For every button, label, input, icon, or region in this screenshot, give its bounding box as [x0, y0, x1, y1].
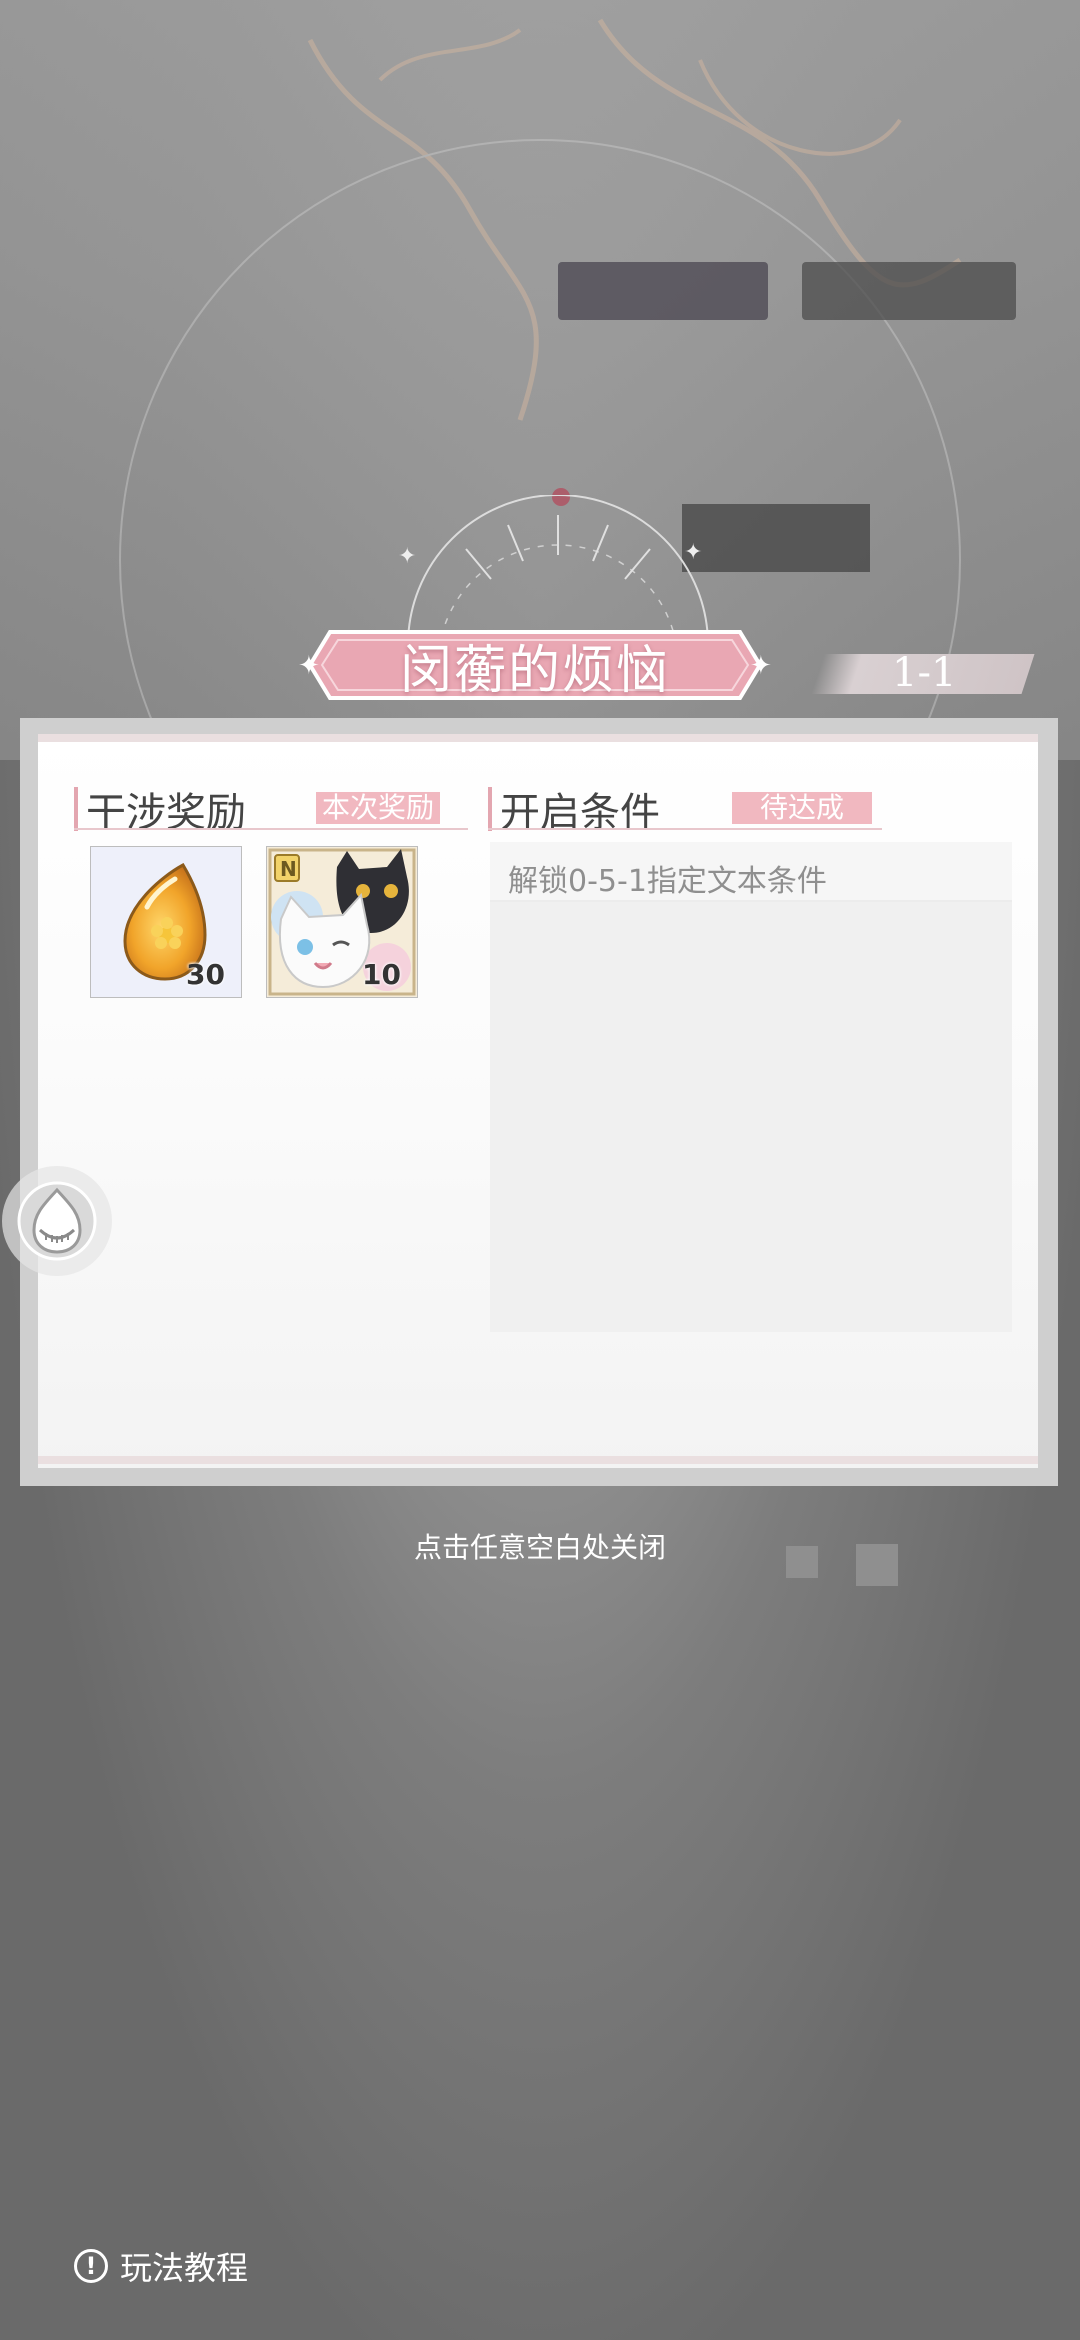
conditions-list — [490, 842, 1012, 1332]
reward-quantity: 30 — [186, 958, 225, 991]
panel-top-stripe — [38, 734, 1038, 742]
background-sign — [558, 262, 768, 320]
svg-text:✦: ✦ — [398, 544, 416, 569]
rewards-badge: 本次奖励 — [316, 792, 441, 824]
section-accent-bar — [488, 787, 492, 831]
reward-quantity: 10 — [362, 958, 401, 991]
conditions-badge: 待达成 — [732, 792, 872, 824]
rewards-underline — [74, 828, 468, 830]
conditions-underline — [488, 828, 882, 830]
tutorial-button[interactable]: ! 玩法教程 — [74, 2243, 248, 2289]
section-accent-bar — [74, 787, 78, 831]
panel-bottom-stripe — [38, 1456, 1038, 1464]
svg-text:✦: ✦ — [298, 651, 320, 681]
stage-number: 1-1 — [892, 650, 957, 696]
svg-text:✦: ✦ — [684, 540, 702, 565]
reward-item-amber[interactable]: 30 — [90, 846, 242, 998]
grinning-ghost-icon — [17, 1181, 97, 1261]
dialog-title-ribbon: ✦ ✦ 闵蘅的烦恼 — [292, 630, 778, 701]
condition-text: 解锁0-5-1指定文本条件 — [508, 864, 827, 899]
floating-assistant-button[interactable] — [2, 1166, 112, 1276]
background-sign — [802, 262, 1016, 320]
dialog-title: 闵蘅的烦恼 — [399, 640, 670, 701]
close-hint[interactable]: 点击任意空白处关闭 — [0, 1526, 1080, 1566]
exclamation-icon: ! — [74, 2249, 108, 2283]
svg-text:N: N — [280, 857, 297, 881]
reward-item-cat-card[interactable]: N 10 — [266, 846, 418, 998]
tutorial-label: 玩法教程 — [120, 2249, 249, 2287]
svg-text:✦: ✦ — [750, 651, 772, 681]
